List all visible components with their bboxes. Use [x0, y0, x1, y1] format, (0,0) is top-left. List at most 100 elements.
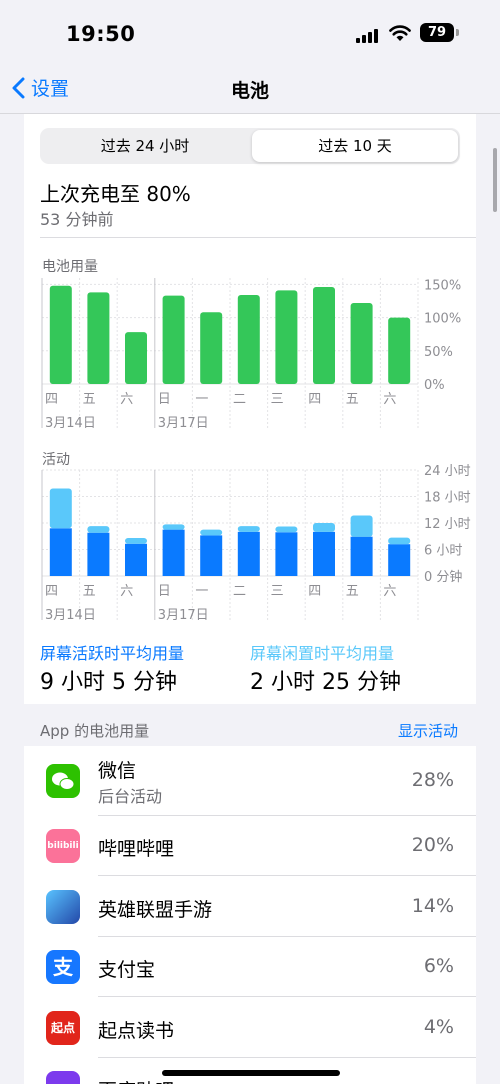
screen-off-bar	[87, 526, 110, 533]
x-tick-label: 四	[308, 584, 321, 599]
screen-on-bar	[237, 531, 260, 576]
screen-on-value: 9 小时 5 分钟	[40, 670, 177, 695]
scroll-indicator[interactable]	[493, 148, 497, 212]
screen-on-label: 屏幕活跃时平均用量	[40, 644, 185, 663]
x-tick-label: 三	[271, 584, 284, 599]
x-tick-label: 四	[45, 392, 58, 407]
battery-bar	[162, 295, 185, 384]
app-name: 百度贴吧	[98, 1076, 174, 1084]
last-charge-text: 上次充电至 80%	[40, 182, 191, 206]
date-label: 3月14日	[45, 416, 96, 431]
screen-off-bar	[237, 526, 260, 532]
screen-on-bar	[350, 536, 373, 576]
screen-off-value: 2 小时 25 分钟	[250, 670, 401, 695]
battery-cap-icon	[456, 29, 459, 36]
status-bar: 19:50 79	[0, 0, 500, 66]
app-name: 起点读书	[98, 1019, 175, 1042]
x-tick-label: 一	[195, 392, 208, 407]
y-tick-label: 12 小时	[424, 517, 471, 532]
screen-off-bar	[200, 529, 223, 536]
date-label: 3月17日	[158, 608, 209, 623]
app-row[interactable]: 起点 起点读书 4%	[24, 998, 476, 1058]
x-tick-label: 六	[383, 392, 396, 407]
status-time: 19:50	[66, 22, 136, 46]
x-tick-label: 五	[83, 584, 96, 599]
x-tick-label: 二	[233, 584, 246, 599]
screen-on-bar	[125, 543, 147, 576]
battery-level-chart: 150% 100% 50% 0% 四 五 六 日 一 二 三 四 五 六 3月14日 3月17日	[41, 278, 461, 431]
screen-on-bar	[200, 535, 223, 576]
x-tick-label: 六	[120, 584, 133, 599]
time-range-segmented-control: 过去 24 小时 过去 10 天	[40, 128, 460, 164]
segment-last-10-days[interactable]: 过去 10 天	[252, 130, 458, 162]
battery-bar	[237, 294, 260, 384]
x-tick-label: 六	[383, 584, 396, 599]
y-tick-label: 6 小时	[424, 544, 462, 559]
battery-bar	[350, 302, 373, 384]
x-tick-label: 日	[158, 392, 171, 407]
wechat-icon	[46, 764, 80, 798]
activity-chart: 24 小时 18 小时 12 小时 6 小时 0 分钟四 五 六 日 一 二 三 四 五 六 3月14日 3月…	[41, 464, 471, 623]
battery-summary-card: 过去 24 小时 过去 10 天 上次充电至 80% 53 分钟前 电池用量 1…	[24, 114, 476, 704]
home-indicator[interactable]	[162, 1070, 340, 1076]
screen-off-bar	[162, 524, 185, 530]
screen-on-bar	[388, 544, 411, 576]
x-tick-label: 五	[83, 392, 96, 407]
battery-indicator: 79	[420, 23, 454, 42]
y-tick-label: 100%	[424, 312, 461, 327]
cellular-signal-icon	[356, 27, 378, 43]
y-tick-label: 0 分钟	[424, 569, 462, 585]
screen-on-bar	[49, 528, 72, 576]
app-usage-header: App 的电池用量	[40, 722, 150, 740]
wifi-icon	[389, 25, 411, 41]
screen-off-bar	[388, 537, 411, 545]
y-tick-label: 24 小时	[424, 464, 471, 479]
show-activity-button[interactable]: 显示活动	[398, 720, 458, 741]
screen-off-bar	[49, 488, 72, 529]
y-tick-label: 0%	[424, 378, 445, 393]
alipay-icon: 支	[46, 950, 80, 984]
x-tick-label: 日	[158, 584, 171, 599]
app-name: 微信	[98, 760, 137, 782]
screen-off-bar	[313, 523, 335, 532]
app-name: 英雄联盟手游	[98, 898, 213, 921]
app-row[interactable]: 微信 后台活动 28%	[24, 746, 476, 816]
app-row[interactable]: 英雄联盟手游 14%	[24, 877, 476, 937]
screen-on-bar	[162, 529, 185, 576]
screen-on-bar	[313, 531, 335, 576]
x-tick-label: 四	[308, 392, 321, 407]
battery-bar	[49, 285, 72, 384]
screen-off-bar	[125, 538, 147, 544]
x-tick-label: 二	[233, 392, 246, 407]
app-row[interactable]: 支支付宝 6%	[24, 937, 476, 997]
app-usage-percent: 28%	[411, 769, 454, 791]
qidian-icon: 起点	[46, 1010, 80, 1045]
x-tick-label: 五	[346, 392, 359, 407]
battery-bar	[388, 317, 411, 384]
last-charge-time: 53 分钟前	[40, 210, 114, 229]
app-row[interactable]: bilibili 哔哩哔哩 20%	[24, 816, 476, 876]
app-name: 哔哩哔哩	[98, 838, 175, 860]
screen-off-label: 屏幕闲置时平均用量	[250, 644, 395, 663]
bilibili-icon: bilibili	[46, 829, 80, 863]
screen-on-bar	[87, 532, 110, 576]
battery-bar	[200, 312, 223, 384]
divider	[40, 237, 476, 238]
app-usage-percent: 6%	[423, 955, 454, 977]
date-label: 3月14日	[45, 608, 96, 623]
app-usage-list: 微信 后台活动 28% bilibili 哔哩哔哩 20% 英雄联盟手游 14% 支支付宝 6% 起…	[24, 746, 476, 1084]
battery-bar	[87, 292, 110, 384]
y-tick-label: 150%	[424, 278, 461, 293]
segment-last-24-hours[interactable]: 过去 24 小时	[42, 130, 248, 162]
screen-off-bar	[275, 526, 298, 533]
x-tick-label: 一	[195, 584, 208, 599]
screen-on-bar	[275, 532, 298, 576]
date-label: 3月17日	[158, 416, 209, 431]
x-tick-label: 四	[45, 584, 58, 599]
app-name: 支付宝	[98, 959, 156, 981]
x-tick-label: 五	[346, 584, 359, 599]
screen-off-bar	[350, 515, 373, 537]
page-title: 电池	[230, 80, 269, 102]
app-usage-percent: 4%	[423, 1015, 454, 1038]
app-usage-percent: 20%	[411, 834, 454, 856]
